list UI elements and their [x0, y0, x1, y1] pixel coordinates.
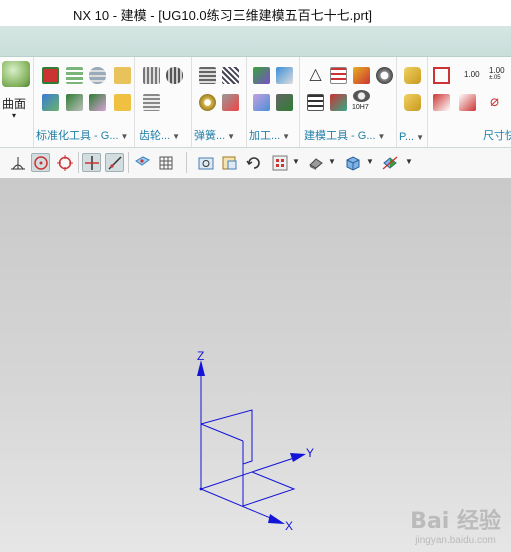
edit-section-icon[interactable]: [380, 153, 399, 172]
ribbon-group-label[interactable]: 弹簧... ▼: [194, 127, 246, 143]
report-icon[interactable]: [114, 94, 131, 111]
watermark: Bai 经验 jingyan.baidu.com: [410, 503, 501, 546]
ribbon-group-label[interactable]: 建模工具 - G... ▼: [304, 127, 396, 143]
ribbon: 曲面 ▾ 标准化工具 - G... ▼ 齿轮... ▼ 弹簧... ▼ 加工...: [0, 57, 511, 148]
angle-dim-icon[interactable]: [459, 94, 476, 111]
table-icon[interactable]: [330, 67, 347, 84]
title-bar: NX 10 - 建模 - [UG10.0练习三维建模五百七十七.prt]: [0, 0, 511, 27]
chevron-down-icon: ▾: [12, 111, 17, 120]
rotate-view-icon[interactable]: [244, 153, 263, 172]
note-icon[interactable]: [114, 67, 131, 84]
x-axis-arrow: [268, 514, 285, 524]
surface-button-label: 曲面: [2, 97, 27, 111]
linear-dim-icon[interactable]: [433, 94, 450, 111]
window-title: NX 10 - 建模 - [UG10.0练习三维建模五百七十七.prt]: [73, 8, 373, 23]
display-mode-icon[interactable]: [343, 153, 362, 172]
wcs-triad: [197, 360, 306, 524]
machining-feature-icon[interactable]: [276, 94, 293, 111]
y-axis-arrow: [290, 453, 306, 462]
shaded-edges-icon[interactable]: [306, 153, 325, 172]
fit-tolerance-icon[interactable]: [353, 90, 370, 102]
selection-toolbar: ▼ ▼ ▼ ▼: [0, 148, 511, 179]
extract-geometry-icon[interactable]: [253, 94, 270, 111]
dim-value-icon[interactable]: 1.00: [464, 70, 480, 79]
ribbon-group-label[interactable]: 齿轮... ▼: [139, 127, 191, 143]
spur-gear-icon[interactable]: [143, 67, 160, 84]
y-axis-label: Y: [306, 446, 315, 460]
standard-part-icon[interactable]: [42, 67, 59, 84]
helical-gear-icon[interactable]: [166, 67, 183, 84]
connector-icon[interactable]: [89, 94, 106, 111]
ribbon-group-p: P... ▼: [397, 57, 428, 147]
layered-part-icon[interactable]: [66, 67, 83, 84]
check-feature-icon[interactable]: [253, 67, 270, 84]
ribbon-tab-bar: [0, 26, 511, 57]
gear-rack-icon[interactable]: [143, 94, 160, 111]
quadrant-point-icon[interactable]: [55, 153, 74, 172]
ribbon-group-spring: 弹簧... ▼: [192, 57, 247, 147]
ribbon-group-machining: 加工... ▼: [247, 57, 300, 147]
watermark-brand: Bai 经验: [410, 509, 501, 534]
point-on-face-icon[interactable]: [132, 153, 151, 172]
sketch-tool-icon[interactable]: [376, 67, 393, 84]
dimension-frame-icon[interactable]: [433, 67, 450, 84]
orient-view-icon[interactable]: [270, 153, 289, 172]
bounded-grid-icon[interactable]: [156, 153, 175, 172]
spring-delete-icon[interactable]: [222, 94, 239, 111]
dim-tolerance-icon[interactable]: 1.00: [489, 66, 505, 75]
stack-icon[interactable]: [404, 67, 421, 84]
ribbon-group-label[interactable]: 加工... ▼: [249, 127, 299, 143]
surface-icon: [2, 61, 30, 87]
text-icon[interactable]: [307, 94, 324, 111]
chevron-down-icon[interactable]: ▼: [292, 157, 300, 166]
fit-tolerance-text: 10H7: [352, 104, 369, 111]
zoom-window-icon[interactable]: [220, 153, 239, 172]
watermark-url: jingyan.baidu.com: [415, 535, 496, 546]
wave-link-icon[interactable]: [276, 67, 293, 84]
compression-spring-icon[interactable]: [222, 67, 239, 84]
disc-spring-icon[interactable]: [199, 94, 216, 111]
ribbon-group-modeling-tools: △ 10H7 建模工具 - G... ▼: [300, 57, 397, 147]
center-point-icon[interactable]: [31, 153, 50, 172]
z-axis-label: Z: [197, 349, 205, 363]
spring-part-icon[interactable]: [89, 67, 106, 84]
angle-snap-icon[interactable]: [8, 153, 27, 172]
ribbon-group-standard-tools: 标准化工具 - G... ▼: [34, 57, 135, 147]
graphics-viewport[interactable]: Z Y X Bai 经验 jingyan.baidu.com: [0, 179, 511, 552]
dim-tolerance-sub: ±.05: [489, 75, 501, 81]
fastener-icon[interactable]: [66, 94, 83, 111]
cylindrical-spring-icon[interactable]: [199, 67, 216, 84]
ribbon-group-label[interactable]: 标准化工具 - G... ▼: [36, 127, 134, 143]
wrench-icon[interactable]: [353, 67, 370, 84]
diameter-icon[interactable]: ⌀: [486, 93, 503, 110]
part-library-icon[interactable]: [404, 94, 421, 111]
x-axis-label: X: [285, 519, 294, 533]
point-on-curve-icon[interactable]: [105, 153, 124, 172]
chevron-down-icon[interactable]: ▼: [366, 157, 374, 166]
zoom-fit-icon[interactable]: [196, 153, 215, 172]
chevron-down-icon[interactable]: ▼: [405, 157, 413, 166]
ribbon-group-label[interactable]: 尺寸快: [483, 127, 511, 143]
surface-group: 曲面 ▾: [0, 57, 34, 147]
assembly-icon[interactable]: [42, 94, 59, 111]
chevron-down-icon[interactable]: ▼: [328, 157, 336, 166]
edit-icon[interactable]: [330, 94, 347, 111]
ribbon-group-dimension: 1.00 1.00 ±.05 ⌀ 尺寸快: [428, 57, 511, 147]
triangle-icon[interactable]: △: [307, 66, 324, 83]
ribbon-group-label[interactable]: P... ▼: [399, 131, 427, 143]
intersection-point-icon[interactable]: [82, 153, 101, 172]
ribbon-group-gear: 齿轮... ▼: [135, 57, 192, 147]
